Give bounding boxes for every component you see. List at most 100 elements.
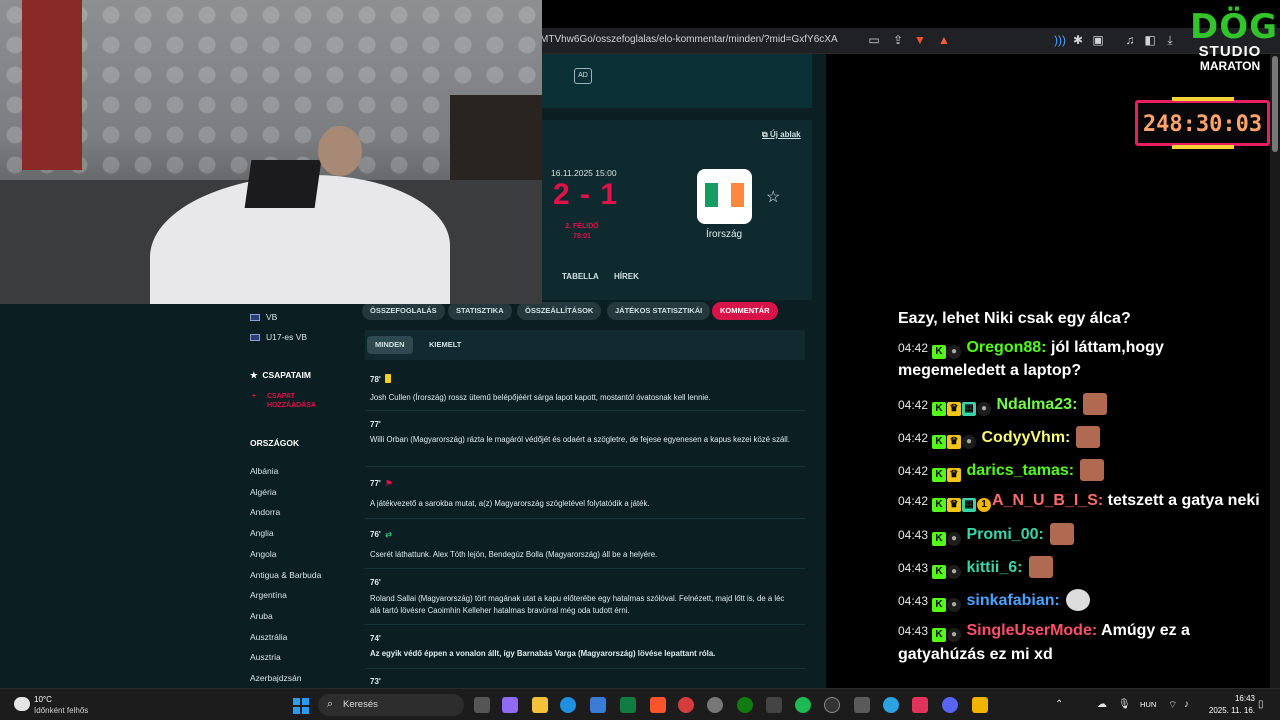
- divider: [365, 466, 805, 467]
- store-icon[interactable]: [590, 697, 606, 713]
- country-item[interactable]: Ausztrália: [250, 632, 287, 642]
- search-icon: ⌕: [327, 698, 334, 710]
- tournament-icon: [250, 334, 260, 342]
- tournament-icon: [250, 314, 260, 322]
- kick-badge-icon: K: [932, 345, 947, 359]
- chat-message: 04:43 K ● Promi_00:: [898, 523, 1270, 546]
- file-explorer-icon[interactable]: [532, 697, 548, 713]
- event-minute: 76' ⇄: [370, 530, 392, 539]
- country-item[interactable]: Azerbajdzsán: [250, 673, 302, 683]
- brave-shield-icon[interactable]: ▼: [912, 32, 928, 48]
- scroll-thumb[interactable]: [1272, 56, 1278, 152]
- weather-description[interactable]: Időnként felhős: [34, 706, 88, 715]
- bot-badge-icon: ●: [947, 565, 962, 579]
- new-window-link[interactable]: ⧉ Új ablak: [762, 130, 801, 140]
- tab-lineups[interactable]: ÖSSZEÁLLÍTÁSOK: [517, 302, 602, 320]
- wallet-icon[interactable]: ▣: [1090, 32, 1106, 48]
- tab-news[interactable]: HÍREK: [614, 272, 639, 281]
- crown-badge-icon: ♛: [947, 402, 962, 416]
- gamepad-icon[interactable]: [766, 697, 782, 713]
- sidebar-icon[interactable]: ◧: [1142, 32, 1158, 48]
- calculator-icon[interactable]: [854, 697, 870, 713]
- address-bar[interactable]: MTVhw6Go/osszefoglalas/elo-kommentar/min…: [540, 34, 838, 45]
- cast-icon[interactable]: ▭: [866, 32, 882, 48]
- country-item[interactable]: Albánia: [250, 466, 278, 476]
- weather-temperature[interactable]: 10°C: [34, 695, 52, 704]
- settings-icon[interactable]: [707, 697, 723, 713]
- tab-commentary[interactable]: KOMMENTÁR: [712, 302, 778, 320]
- sidebar-item-u17-vb[interactable]: U17-es VB: [250, 332, 307, 342]
- rewards-icon[interactable]: ▲: [936, 32, 952, 48]
- country-item[interactable]: Algéria: [250, 487, 276, 497]
- tab-standings[interactable]: TABELLA: [562, 272, 599, 281]
- filter-highlights[interactable]: KIEMELT: [421, 336, 469, 354]
- kick-badge-icon: K: [932, 402, 947, 416]
- sub-badge-icon: ▦: [962, 402, 977, 416]
- task-view-icon[interactable]: [474, 697, 490, 713]
- clock-date[interactable]: 2025. 11. 16.: [1198, 706, 1255, 715]
- brave-icon[interactable]: [650, 697, 666, 713]
- country-item[interactable]: Anglia: [250, 528, 274, 538]
- discord-icon[interactable]: [942, 697, 958, 713]
- language-indicator[interactable]: HUN: [1140, 700, 1156, 709]
- chat-username: kittii_6:: [966, 559, 1023, 576]
- rockstar-icon[interactable]: [972, 697, 988, 713]
- filter-all[interactable]: MINDEN: [367, 336, 413, 354]
- favorite-star-icon[interactable]: ☆: [766, 187, 780, 207]
- my-teams-heading: ★ CSAPATAIM: [250, 370, 311, 380]
- share-icon[interactable]: ⇪: [890, 32, 906, 48]
- telegram-icon[interactable]: [883, 697, 899, 713]
- tray-overflow-icon[interactable]: ⌃: [1055, 699, 1063, 710]
- obs-icon[interactable]: [824, 697, 840, 713]
- extensions-icon[interactable]: ✱: [1070, 32, 1086, 48]
- bot-badge-icon: ●: [947, 628, 962, 642]
- download-icon[interactable]: ⤓: [1162, 32, 1178, 48]
- microphone-icon[interactable]: 🎙: [1118, 699, 1131, 710]
- plus-icon: +: [252, 393, 257, 400]
- sidebar-item-vb[interactable]: VB: [250, 312, 277, 322]
- away-team-name[interactable]: Írország: [690, 229, 758, 240]
- chat-timestamp: 04:43: [898, 624, 929, 638]
- stream-logo: DÖG STUDIO MARATON: [1190, 10, 1277, 73]
- app-icon[interactable]: [912, 697, 928, 713]
- wifi-icon[interactable]: ⌔: [1168, 699, 1177, 712]
- app-icon[interactable]: [678, 697, 694, 713]
- page-scrollbar[interactable]: [1270, 54, 1280, 694]
- country-item[interactable]: Angola: [250, 549, 276, 559]
- tab-player-stats[interactable]: JÁTÉKOS STATISZTIKÁI: [607, 302, 711, 320]
- event-minute: 78': [370, 374, 392, 384]
- volume-icon[interactable]: ♪: [1184, 699, 1189, 710]
- excel-icon[interactable]: [620, 697, 636, 713]
- event-text: Cserét láthattunk. Alex Tóth lejön, Bend…: [370, 550, 658, 559]
- weather-cloud-icon[interactable]: [14, 697, 30, 711]
- bot-badge-icon: ●: [947, 345, 962, 359]
- country-item[interactable]: Aruba: [250, 611, 273, 621]
- country-item[interactable]: Andorra: [250, 507, 280, 517]
- team-logo[interactable]: [697, 169, 752, 224]
- audio-icon[interactable]: ))): [1052, 32, 1068, 48]
- country-item[interactable]: Ausztria: [250, 652, 281, 662]
- gold-badge-icon: 1: [977, 498, 992, 512]
- divider: [365, 568, 805, 569]
- notifications-icon[interactable]: ▯: [1258, 699, 1264, 710]
- tab-summary[interactable]: ÖSSZEFOGLALÁS: [362, 302, 445, 320]
- tab-statistics[interactable]: STATISZTIKA: [448, 302, 512, 320]
- divider: [365, 624, 805, 625]
- emote-icon: [1080, 459, 1105, 481]
- start-windows-icon[interactable]: [293, 698, 309, 714]
- edge-icon[interactable]: [560, 697, 576, 713]
- country-item[interactable]: Argentína: [250, 590, 287, 600]
- xbox-icon[interactable]: [737, 697, 753, 713]
- media-icon[interactable]: ♫: [1122, 32, 1138, 48]
- taskbar-search[interactable]: ⌕ Keresés: [318, 694, 464, 716]
- country-item[interactable]: Antigua & Barbuda: [250, 570, 321, 580]
- chat-message: 04:43 K ● sinkafabian:: [898, 589, 1270, 612]
- chat-username: CodyyVhm:: [981, 429, 1071, 446]
- copilot-icon[interactable]: [502, 697, 518, 713]
- emote-icon: [1028, 556, 1053, 578]
- onedrive-icon[interactable]: ☁: [1097, 699, 1107, 710]
- webcam-person: [318, 126, 362, 176]
- spotify-icon[interactable]: [795, 697, 811, 713]
- add-team-button[interactable]: + CSAPAT HOZZÁADÁSA: [250, 392, 330, 410]
- clock-time[interactable]: 16:43: [1205, 694, 1255, 703]
